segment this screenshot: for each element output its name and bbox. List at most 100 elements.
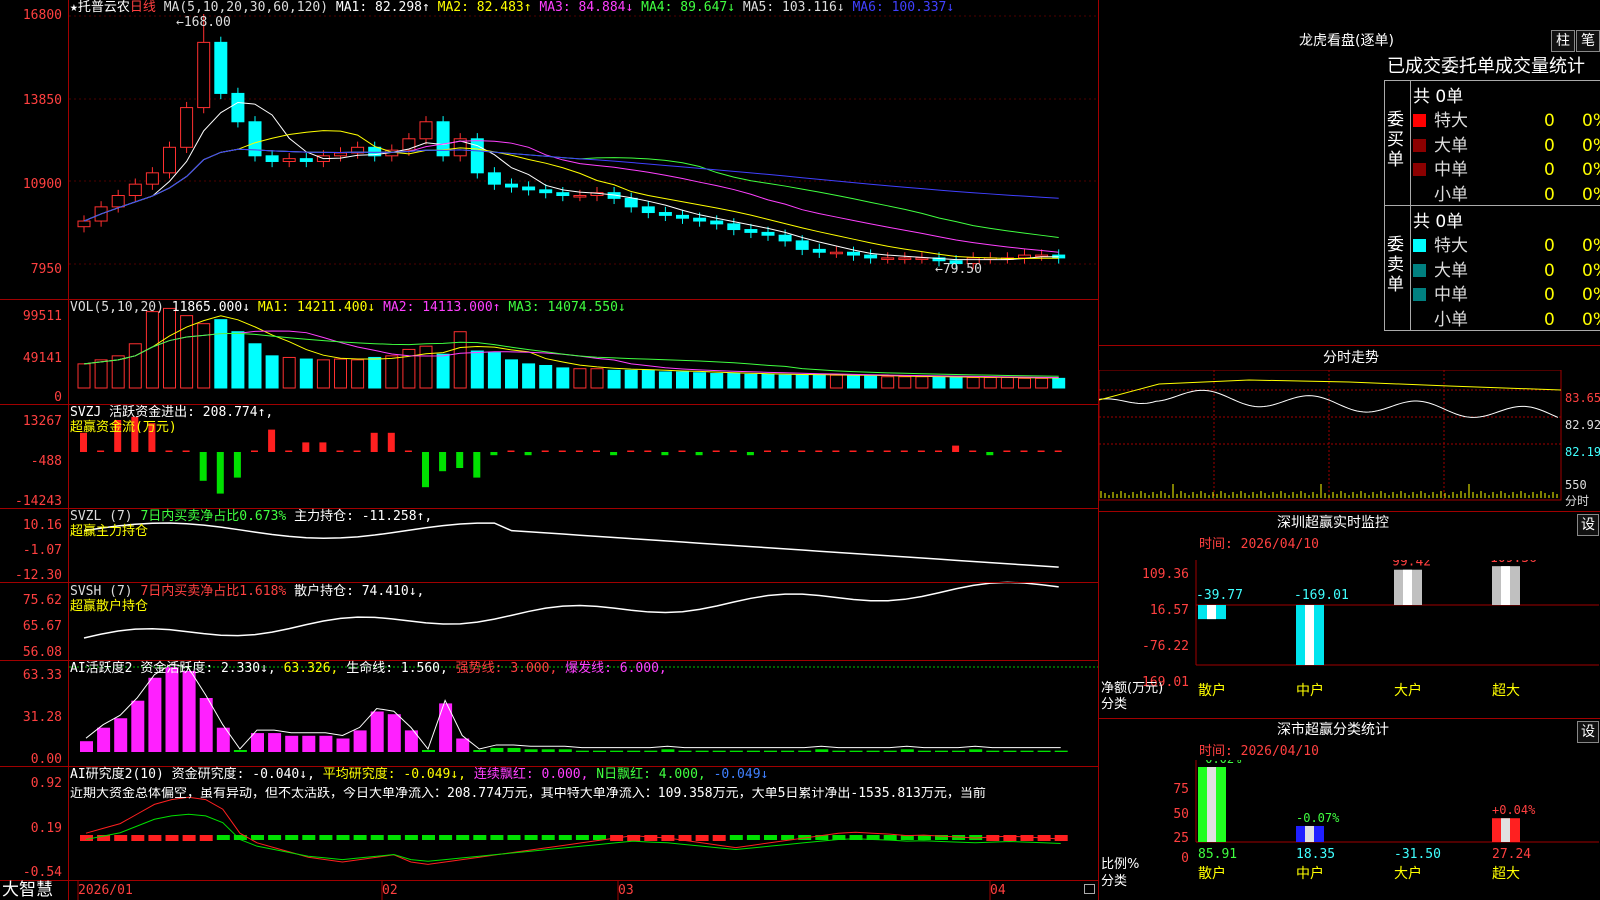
bar-category: 超大 <box>1492 866 1520 882</box>
ai-active-bar <box>575 750 589 752</box>
candle-body <box>556 192 570 197</box>
svsh-axis-label: 75.62 <box>22 593 62 608</box>
ai-active-bar <box>456 738 470 752</box>
ai-active-bar <box>832 750 846 752</box>
ai-research-bar <box>387 835 401 840</box>
ai-active-bar <box>798 750 812 752</box>
candle-body <box>641 206 655 214</box>
candle-body <box>77 220 91 228</box>
svzj-bar <box>80 432 87 452</box>
sz-class-settings-button[interactable]: 设 <box>1577 721 1599 743</box>
vol-axis-label: 0 <box>54 390 62 405</box>
candle-body <box>402 138 416 151</box>
svzj-bar <box>473 452 481 478</box>
candle-body <box>744 229 758 233</box>
vol-axis-label: 99511 <box>22 309 62 324</box>
ai-active-bar <box>815 749 829 752</box>
sell-total: 共 0单 <box>1413 212 1464 232</box>
ai-active-bar <box>97 727 111 752</box>
volume-bar <box>727 373 741 389</box>
sell-orders-label: 委卖单 <box>1387 235 1404 295</box>
volume-bar <box>1035 377 1049 389</box>
candle-body <box>847 251 860 256</box>
ai-active-bar <box>302 735 316 752</box>
ai-research-bar <box>986 835 1000 841</box>
volume-bar <box>145 311 159 389</box>
ai-active-bar <box>712 750 726 752</box>
ai-active-bar <box>866 750 880 752</box>
volume-bar <box>419 345 433 389</box>
tick-mode-button[interactable]: 笔 <box>1576 30 1600 52</box>
main-chart-area[interactable]: ★托普云农日线 MA(5,10,20,30,60,120) MA1: 82.29… <box>0 0 1098 900</box>
ai-research-bar <box>251 835 264 840</box>
volume-bar <box>829 374 843 389</box>
svzj-bar <box>370 432 378 452</box>
svzj-bar <box>969 450 977 452</box>
buy-total: 共 0单 <box>1413 87 1464 107</box>
svzj-bar <box>678 450 686 452</box>
ai-active-line <box>85 663 1061 751</box>
order-percent: 0% <box>1582 236 1600 256</box>
svzj-bars <box>80 416 1062 494</box>
date-label: 02 <box>382 883 398 898</box>
volume-bar <box>368 356 382 389</box>
bar-top-label: +0.04% <box>1492 803 1536 817</box>
color-swatch <box>1413 263 1426 277</box>
order-percent: 0% <box>1582 285 1600 305</box>
svzl-axis-label: -12.30 <box>15 568 62 583</box>
price-axis-label: 16800 <box>22 8 62 23</box>
kline-chart-svg[interactable] <box>0 0 1098 900</box>
ma3-value: MA3: 84.884↓ <box>539 0 634 15</box>
ai-active-bar <box>661 749 675 752</box>
sell-row: 中单 0 0% <box>1413 280 1600 305</box>
star-icon[interactable]: ★ <box>70 0 78 15</box>
intraday-chart[interactable] <box>1099 370 1600 510</box>
svzj-bar <box>302 442 310 452</box>
volume-bar <box>436 353 450 389</box>
volume-bar <box>744 373 758 389</box>
ma-params: MA(5,10,20,30,60,120) <box>163 0 329 15</box>
order-size-label: 大单 <box>1434 260 1468 281</box>
ai-research-bar <box>165 835 179 841</box>
vol-header: VOL(5,10,20) 11865.000↓ MA1: 14211.400↓ … <box>70 300 626 315</box>
order-stats-tab[interactable]: 已成交委托单成交量统计 <box>1387 56 1599 78</box>
ai-active-bar <box>781 750 795 752</box>
color-swatch <box>1413 114 1426 127</box>
candle-body <box>111 195 125 208</box>
bar-value: 85.91 <box>1198 847 1237 862</box>
volume-bar <box>847 375 860 389</box>
volume-bar <box>966 377 980 389</box>
ai-active-bar <box>593 750 606 752</box>
svzj-header: SVZJ 活跃资金进出: 208.774↑, <box>70 405 274 420</box>
svzj-bar <box>917 450 925 452</box>
volume-bar <box>282 356 296 389</box>
volume-bar <box>898 376 912 389</box>
candle-body <box>522 186 536 191</box>
ai-research-bar <box>370 835 384 840</box>
ai-research-bar <box>148 835 162 841</box>
ai-active-bar <box>251 733 264 752</box>
sz-monitor-settings-button[interactable]: 设 <box>1577 514 1599 536</box>
svsh-header: SVSH (7) 7日内买卖净占比1.618% 散户持仓: 74.410↓, <box>70 584 425 599</box>
ai-active-bar <box>900 749 914 752</box>
ai-active-bar <box>370 711 384 752</box>
bar-mode-button[interactable]: 柱 <box>1551 30 1575 52</box>
svzj-bar <box>182 450 190 452</box>
ai-active-bar <box>336 738 350 752</box>
volume-bar <box>539 364 553 389</box>
svzj-bar <box>97 450 105 452</box>
lock-icon[interactable] <box>1084 884 1095 894</box>
date-label: 04 <box>990 883 1006 898</box>
svzj-bar <box>695 452 703 456</box>
svzj-bar <box>199 452 207 481</box>
ai-active-bar <box>764 750 777 752</box>
volume-bar <box>77 363 91 389</box>
candle-body <box>812 248 826 253</box>
volume-bar <box>214 319 228 389</box>
svzj-bar <box>593 450 600 452</box>
svzj-axis-label: 13267 <box>22 414 62 429</box>
volume-bar <box>983 377 997 389</box>
buy-row: 小单 0 0% <box>1413 180 1600 205</box>
period-label[interactable]: 日线 <box>130 0 156 15</box>
volume-bar <box>1018 377 1031 389</box>
